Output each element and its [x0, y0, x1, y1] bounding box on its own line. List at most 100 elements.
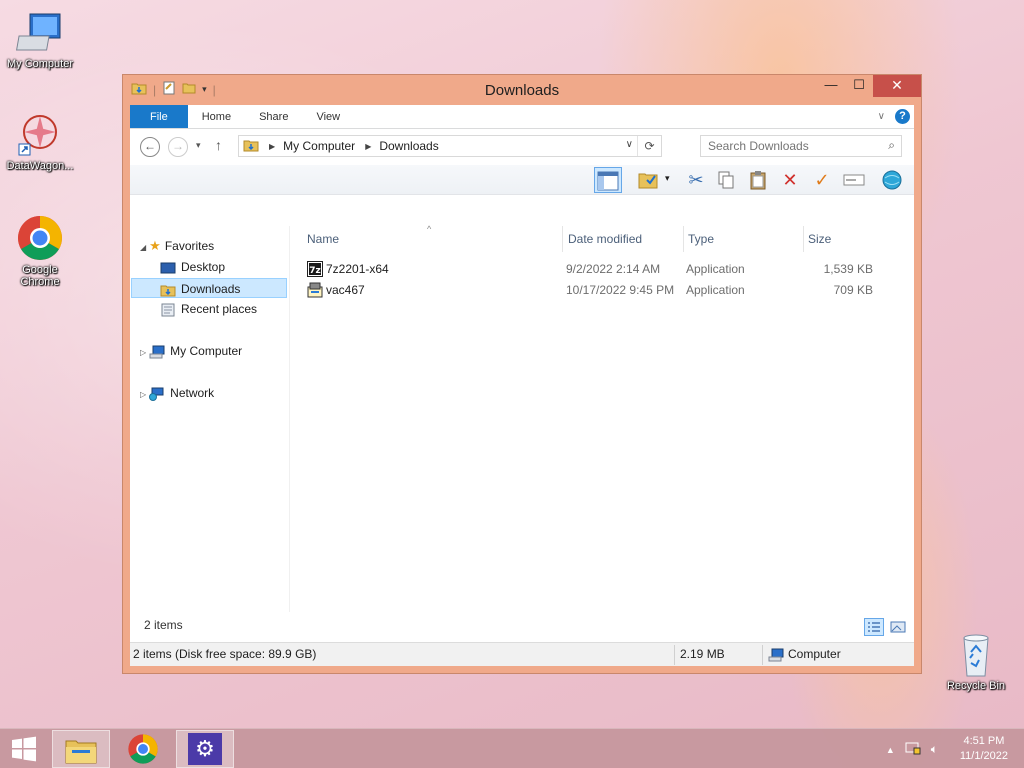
navigation-bar: ← → ▾ ↑ ▶ My Computer ▶ Downloads ∨ ⟳ ⌕ [130, 129, 914, 165]
nav-favorites-label: Favorites [164, 239, 215, 253]
minimize-button[interactable]: — [817, 75, 845, 97]
show-hidden-icons-chevron-icon[interactable]: ▲ [886, 745, 895, 755]
desktop-icon-recycle-bin[interactable]: Recycle Bin [936, 630, 1016, 692]
address-bar[interactable]: ▶ My Computer ▶ Downloads ∨ ⟳ [238, 135, 662, 157]
breadcrumb-my-computer[interactable]: My Computer [283, 139, 355, 153]
search-input[interactable] [701, 136, 871, 156]
nav-network[interactable]: ▷ Network [140, 383, 214, 403]
back-button[interactable]: ← [140, 137, 160, 157]
computer-icon [16, 8, 64, 56]
navigation-pane: ◢ ★ Favorites Desktop Downloads Recent pla… [130, 226, 290, 612]
taskbar-settings[interactable]: ⚙ [176, 730, 234, 768]
table-row[interactable]: vac467 10/17/2022 9:45 PM Application 70… [305, 280, 885, 300]
delete-icon[interactable]: ✕ [776, 167, 804, 193]
start-button[interactable] [0, 730, 48, 768]
window-body: File Home Share View ∨ ? ← → ▾ ↑ ▶ My Co… [130, 105, 914, 666]
paste-icon[interactable] [744, 167, 772, 193]
taskbar-file-explorer[interactable] [52, 730, 110, 768]
computer-icon [149, 345, 165, 359]
recycle-bin-icon [952, 630, 1000, 678]
desktop-icon-label: Recycle Bin [946, 680, 1006, 692]
desktop-folder-icon [160, 261, 176, 275]
recent-locations-chevron-icon[interactable]: ▾ [196, 140, 201, 151]
desktop-icon-label: My Computer [6, 58, 74, 70]
details-view-button[interactable] [864, 618, 884, 636]
status-disk-info: 2 items (Disk free space: 89.9 GB) [133, 647, 317, 661]
status-location: Computer [788, 647, 841, 661]
collapsed-arrow-icon[interactable]: ▷ [140, 348, 146, 357]
folder-download-icon [243, 138, 259, 155]
table-row[interactable]: 7z 7z2201-x64 9/2/2022 2:14 AM Applicati… [305, 259, 885, 279]
column-header-type[interactable]: Type [686, 226, 804, 252]
address-history-chevron-icon[interactable]: ∨ [626, 139, 633, 150]
windows-logo-icon [12, 736, 36, 762]
nav-downloads[interactable]: Downloads [131, 278, 287, 298]
help-icon[interactable]: ? [895, 109, 910, 124]
nav-recent-places[interactable]: Recent places [160, 299, 257, 319]
close-button[interactable]: ✕ [873, 75, 921, 97]
breadcrumb-separator-icon[interactable]: ▶ [365, 142, 371, 151]
nav-desktop[interactable]: Desktop [160, 257, 225, 277]
folder-download-icon [160, 283, 176, 297]
taskbar-chrome[interactable] [114, 730, 172, 768]
chrome-icon [16, 214, 64, 262]
tab-share[interactable]: Share [245, 105, 302, 128]
breadcrumb-separator-icon[interactable]: ▶ [269, 142, 275, 151]
cut-icon[interactable]: ✂ [682, 167, 710, 193]
up-button[interactable]: ↑ [215, 137, 222, 153]
refresh-button[interactable]: ⟳ [637, 136, 661, 156]
column-header-date-modified[interactable]: Date modified [566, 226, 684, 252]
maximize-button[interactable]: ☐ [845, 75, 873, 97]
status-selection-size: 2.19 MB [680, 647, 725, 661]
gear-icon: ⚙ [188, 733, 222, 765]
star-icon: ★ [149, 238, 161, 253]
clock[interactable]: 4:51 PM 11/1/2022 [960, 734, 1008, 764]
navigation-pane-button[interactable] [594, 167, 622, 193]
file-explorer-icon [65, 740, 97, 764]
nav-favorites[interactable]: ◢ ★ Favorites [140, 236, 214, 256]
content-area: ◢ ★ Favorites Desktop Downloads Recent pla… [130, 224, 914, 640]
file-type: Application [686, 262, 745, 276]
nav-my-computer[interactable]: ▷ My Computer [140, 341, 242, 361]
status-bar: 2 items (Disk free space: 89.9 GB) 2.19 … [130, 642, 914, 666]
explorer-window: | ▾ | Downloads — ☐ ✕ File Home Share Vi… [122, 74, 922, 674]
move-to-folder-icon[interactable] [634, 167, 662, 193]
title-bar[interactable]: | ▾ | Downloads — ☐ ✕ [123, 75, 921, 105]
expanded-arrow-icon[interactable]: ◢ [140, 243, 146, 252]
rename-icon[interactable] [840, 167, 868, 193]
select-check-icon[interactable]: ✓ [808, 167, 836, 193]
datawagon-icon [16, 110, 64, 158]
ribbon-tabs: File Home Share View ∨ ? [130, 105, 914, 129]
large-icons-view-button[interactable] [888, 618, 908, 636]
tab-home[interactable]: Home [188, 105, 245, 128]
installer-app-icon [307, 282, 323, 304]
network-status-icon[interactable] [905, 741, 921, 758]
tab-view[interactable]: View [302, 105, 354, 128]
file-name: 7z2201-x64 [326, 262, 389, 276]
desktop-icon-label: Google Chrome [20, 264, 60, 288]
clock-date: 11/1/2022 [959, 750, 1008, 762]
copy-icon[interactable] [712, 167, 740, 193]
properties-globe-icon[interactable] [878, 167, 906, 193]
recent-places-icon [160, 303, 176, 317]
forward-button[interactable]: → [168, 137, 188, 157]
search-box[interactable]: ⌕ [700, 135, 902, 157]
column-header-name[interactable]: Name [305, 226, 563, 252]
desktop-icon-my-computer[interactable]: My Computer [0, 8, 80, 70]
file-date: 10/17/2022 9:45 PM [566, 283, 675, 297]
expand-ribbon-chevron-icon[interactable]: ∨ [878, 111, 885, 122]
search-icon[interactable]: ⌕ [888, 138, 895, 153]
move-to-chevron-icon[interactable]: ▾ [665, 173, 670, 184]
breadcrumb-downloads[interactable]: Downloads [379, 139, 438, 153]
volume-icon[interactable]: 🔈︎ [931, 742, 938, 757]
desktop-icon-chrome[interactable]: Google Chrome [0, 214, 80, 288]
desktop-icon-datawagon[interactable]: DataWagon... [0, 110, 80, 172]
tab-file[interactable]: File [130, 105, 188, 128]
file-name: vac467 [326, 283, 365, 297]
window-title: Downloads [484, 82, 560, 99]
taskbar: ⚙ ▲ 🔈︎ 4:51 PM 11/1/2022 [0, 728, 1024, 768]
command-toolbar: ▾ ✂ ✕ ✓ [130, 165, 914, 195]
collapsed-arrow-icon[interactable]: ▷ [140, 390, 146, 399]
status-computer-icon [768, 648, 784, 665]
column-header-size[interactable]: Size [806, 226, 884, 252]
